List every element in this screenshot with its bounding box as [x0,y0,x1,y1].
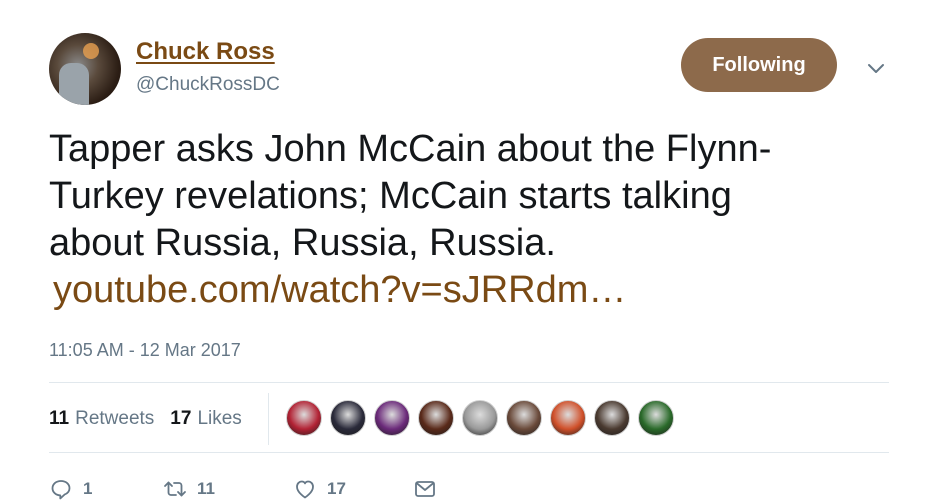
tweet-text-line: about Russia, Russia, Russia. [49,222,556,264]
reply-count: 1 [83,479,93,498]
avatar-figure [59,63,89,105]
liker-avatar-7[interactable] [550,400,586,436]
divider [49,452,889,453]
retweet-count: 11 [197,479,215,498]
retweet-icon [164,481,186,497]
retweets-label[interactable]: Retweets [75,408,154,430]
direct-message-button[interactable] [413,477,437,501]
tweet-text: Tapper asks John McCain about the Flynn-… [49,126,909,314]
author-avatar[interactable] [49,33,121,105]
tweet-timestamp[interactable]: 11:05 AM - 12 Mar 2017 [49,340,241,361]
like-count: 17 [327,479,346,498]
liker-avatar-flag[interactable] [286,400,322,436]
retweets-count[interactable]: 11 [49,408,69,430]
liker-avatars [286,400,682,436]
heart-icon [296,480,314,499]
likes-count[interactable]: 17 [170,408,191,430]
tweet-link[interactable]: youtube.com/watch?v=sJRRdm… [53,267,909,314]
envelope-icon [415,481,435,497]
tweet-stats: 11 Retweets 17 Likes [49,404,258,434]
liker-avatar-5[interactable] [462,400,498,436]
liker-avatar-2[interactable] [330,400,366,436]
author-handle[interactable]: @ChuckRossDC [136,74,280,96]
chevron-down-icon[interactable] [866,58,886,78]
divider [49,382,889,383]
likes-label[interactable]: Likes [197,408,241,430]
liker-avatar-9[interactable] [638,400,674,436]
avatar-light [83,43,99,59]
like-button[interactable]: 17 [293,477,413,501]
liker-avatar-8[interactable] [594,400,630,436]
reply-button[interactable]: 1 [49,477,163,501]
stats-separator [268,393,269,445]
author-name[interactable]: Chuck Ross [136,38,275,66]
liker-avatar-3[interactable] [374,400,410,436]
tweet-text-line: Turkey revelations; McCain starts talkin… [49,175,732,217]
retweet-button[interactable]: 11 [163,477,293,501]
following-button[interactable]: Following [681,38,837,92]
liker-avatar-6[interactable] [506,400,542,436]
liker-avatar-4[interactable] [418,400,454,436]
reply-icon [51,480,71,500]
tweet-actions: 1 11 17 [49,474,437,504]
tweet-text-line: Tapper asks John McCain about the Flynn- [49,128,772,170]
